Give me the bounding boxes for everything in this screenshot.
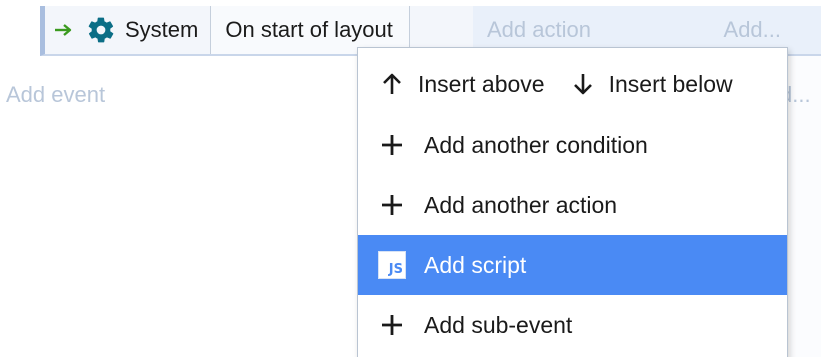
insert-below-label: Insert below [608,70,733,97]
menu-item-label: Add script [424,251,527,278]
js-icon-text: JS [378,251,406,279]
insert-row: Insert above Insert below [358,54,787,114]
menu-item-label: Add sub-event [424,311,573,338]
system-gear-icon [85,14,117,46]
plus-icon [378,191,406,219]
arrow-down-icon [569,70,597,98]
menu-item-add-another-action[interactable]: Add another action [358,175,787,235]
trigger-arrow-icon [53,19,75,41]
menu-item-add-sub-event[interactable]: Add sub-event [358,295,787,355]
arrow-up-icon [378,70,406,98]
insert-above-item[interactable]: Insert above [358,54,545,114]
plus-icon [378,131,406,159]
menu-item-add-script[interactable]: JS Add script [358,235,787,295]
menu-item-add-another-condition[interactable]: Add another condition [358,115,787,175]
event-sheet-view: System On start of layout Add action Add… [0,0,821,357]
js-icon: JS [378,251,406,279]
plus-icon [378,311,406,339]
menu-item-label: Add another action [424,191,618,218]
event-object-name[interactable]: System [125,6,212,54]
menu-item-label: Add another condition [424,131,648,158]
add-event-link[interactable]: Add event [6,82,105,108]
insert-below-item[interactable]: Insert below [545,54,733,114]
context-menu: Insert above Insert below Add another co… [357,47,788,357]
insert-above-label: Insert above [418,70,545,97]
